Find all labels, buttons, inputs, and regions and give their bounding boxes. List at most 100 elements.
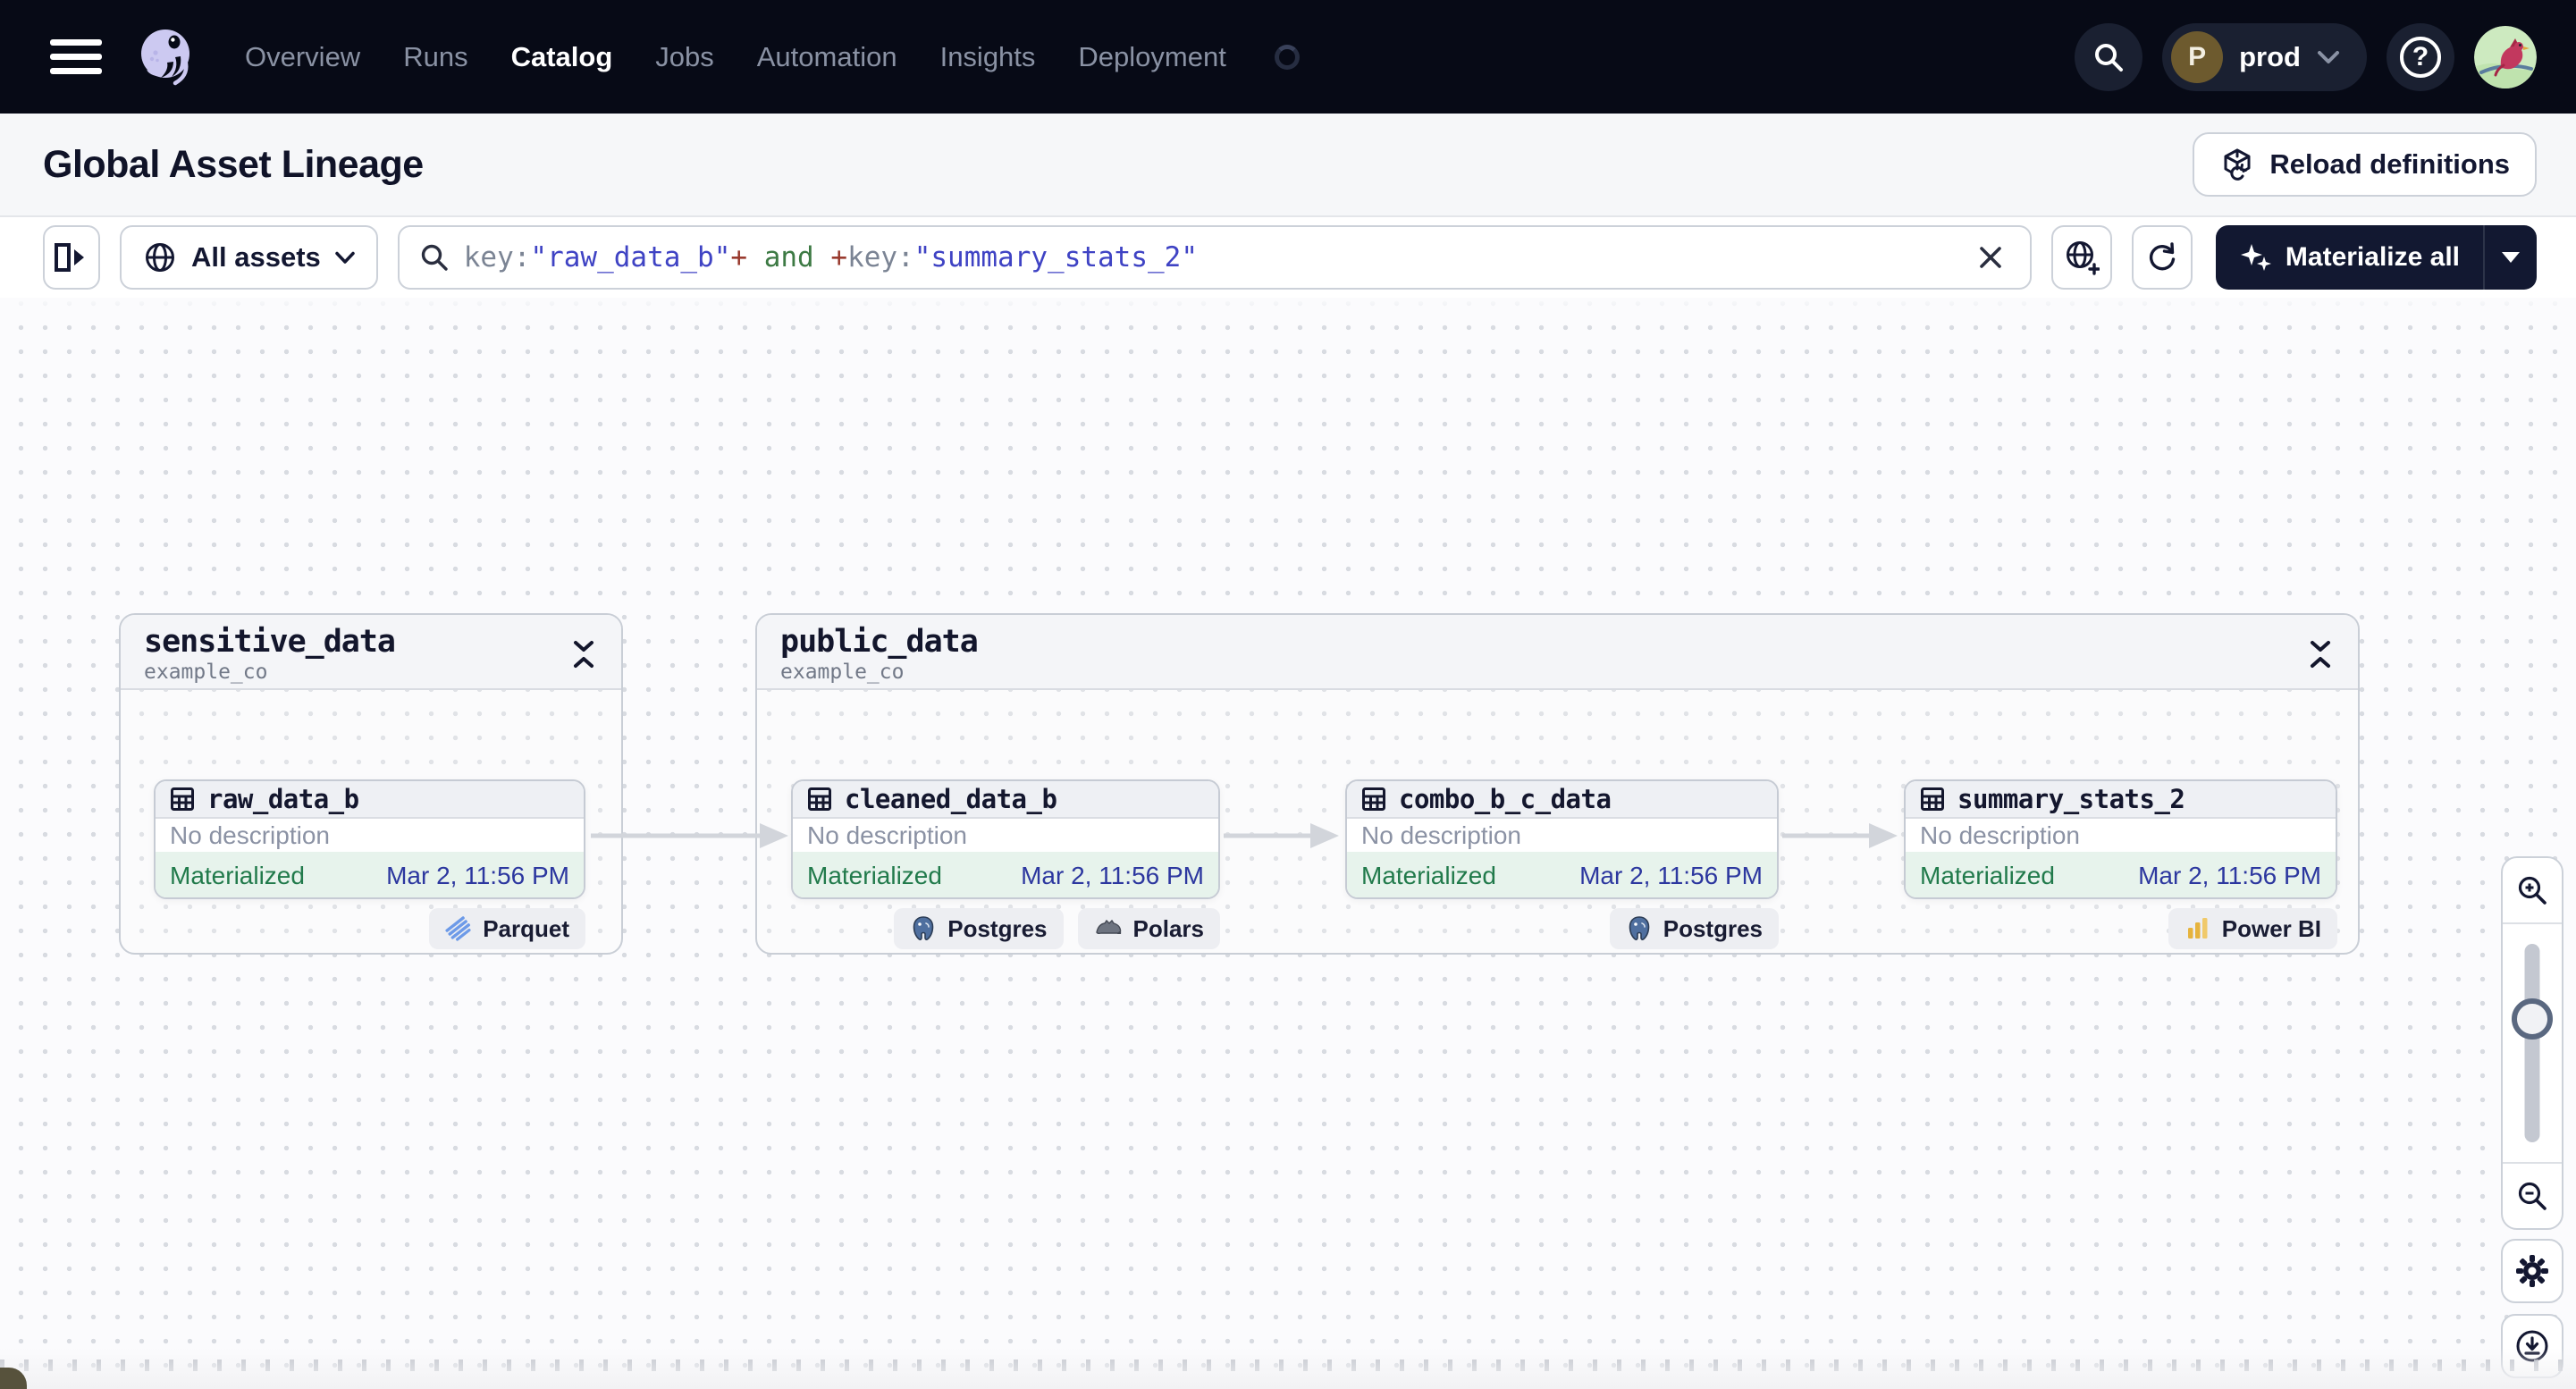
asset-description: No description — [1920, 821, 2080, 849]
zoom-slider — [2503, 922, 2562, 1164]
help-button[interactable]: ? — [2387, 22, 2454, 91]
reload-definitions-label: Reload definitions — [2269, 148, 2510, 180]
asset-node-combo-b-c-data[interactable]: combo_b_c_data No description Materializ… — [1345, 779, 1779, 899]
page-title: Global Asset Lineage — [43, 142, 424, 186]
status-badge: Materialized — [1920, 861, 2055, 889]
zoom-slider-handle[interactable] — [2512, 998, 2553, 1040]
asset-status-row: Materialized Mar 2, 11:56 PM — [1906, 852, 2336, 897]
nav-item-overview[interactable]: Overview — [245, 41, 360, 73]
new-asset-selection-button[interactable] — [2050, 225, 2112, 290]
zoom-out-button[interactable] — [2503, 1164, 2562, 1228]
powerbi-icon — [2187, 918, 2208, 939]
question-icon: ? — [2400, 36, 2441, 78]
asset-description: No description — [170, 821, 330, 849]
zoom-slider-track[interactable] — [2524, 944, 2540, 1142]
polars-icon — [1095, 919, 1121, 935]
nav-item-catalog[interactable]: Catalog — [511, 41, 613, 73]
asset-selection-query: key:"raw_data_b"+ and +key:"summary_stat… — [463, 241, 1198, 274]
nav-item-runs[interactable]: Runs — [403, 41, 467, 73]
search-button[interactable] — [2075, 22, 2143, 91]
kind-tag-polars[interactable]: Polars — [1077, 908, 1220, 949]
collapse-group-button[interactable] — [2302, 635, 2338, 674]
group-header: public_data example_co — [757, 615, 2358, 690]
asset-node-raw-data-b[interactable]: raw_data_b No description Materialized M… — [154, 779, 585, 899]
group-title: sensitive_data — [144, 624, 396, 660]
deployment-switcher[interactable]: P prod — [2162, 22, 2367, 91]
status-badge: Materialized — [807, 861, 942, 889]
asset-node-header: raw_data_b — [156, 781, 584, 819]
search-icon — [2095, 43, 2124, 72]
postgres-icon — [913, 916, 934, 940]
zoom-in-button[interactable] — [2503, 858, 2562, 922]
nav-item-insights[interactable]: Insights — [940, 41, 1036, 73]
user-avatar[interactable] — [2474, 25, 2537, 88]
status-badge: Materialized — [170, 861, 305, 889]
primary-nav: Overview Runs Catalog Jobs Automation In… — [245, 41, 1300, 73]
asset-node-cleaned-data-b[interactable]: cleaned_data_b No description Materializ… — [791, 779, 1220, 899]
kind-tag-parquet[interactable]: Parquet — [429, 908, 585, 949]
tag-label: Postgres — [947, 914, 1048, 942]
deployment-label: prod — [2239, 40, 2301, 72]
caret-down-icon — [2502, 252, 2520, 263]
group-header: sensitive_data example_co — [121, 615, 621, 690]
kind-tag-powerbi[interactable]: Power BI — [2168, 908, 2337, 949]
graph-settings-button[interactable] — [2501, 1239, 2563, 1303]
tag-label: Polars — [1132, 914, 1205, 942]
asset-tags-summary-stats-2: Power BI — [1904, 908, 2337, 949]
asset-scope-label: All assets — [191, 241, 321, 273]
table-icon — [1362, 787, 1385, 811]
status-badge: Materialized — [1361, 861, 1496, 889]
top-nav: Overview Runs Catalog Jobs Automation In… — [0, 0, 2576, 114]
materialize-all-label: Materialize all — [2285, 242, 2460, 272]
lineage-toolbar: All assets key:"raw_data_b"+ and +key:"s… — [0, 217, 2576, 298]
asset-name: raw_data_b — [207, 784, 359, 814]
tag-label: Parquet — [483, 914, 569, 942]
globe-plus-icon — [2066, 241, 2100, 275]
asset-description: No description — [807, 821, 967, 849]
refresh-icon — [2149, 242, 2176, 271]
asset-status-row: Materialized Mar 2, 11:56 PM — [793, 852, 1218, 897]
chevron-down-icon — [2318, 50, 2339, 63]
materialization-timestamp: Mar 2, 11:56 PM — [386, 861, 569, 889]
group-repo-label: example_co — [144, 661, 268, 684]
asset-tags-cleaned-data-b: Postgres Polars — [791, 908, 1220, 949]
loading-spinner-icon — [1274, 44, 1300, 70]
close-icon — [1980, 247, 2001, 268]
asset-selection-input[interactable]: key:"raw_data_b"+ and +key:"summary_stat… — [397, 225, 2032, 290]
collapse-icon — [2311, 641, 2330, 668]
materialize-split-button: Materialize all — [2215, 225, 2537, 290]
collapse-group-button[interactable] — [566, 635, 602, 674]
menu-icon[interactable] — [50, 37, 102, 78]
group-title: public_data — [780, 624, 979, 660]
refresh-button[interactable] — [2131, 225, 2193, 290]
zoom-out-icon — [2518, 1182, 2547, 1210]
asset-scope-dropdown[interactable]: All assets — [120, 225, 378, 290]
bird-avatar-image — [2474, 25, 2537, 88]
canvas-top-fade — [0, 298, 2576, 328]
materialize-options-button[interactable] — [2483, 225, 2537, 290]
search-icon — [421, 244, 448, 271]
asset-status-row: Materialized Mar 2, 11:56 PM — [1347, 852, 1777, 897]
asset-node-summary-stats-2[interactable]: summary_stats_2 No description Materiali… — [1904, 779, 2337, 899]
zoom-in-icon — [2518, 876, 2547, 905]
reload-code-location-icon — [2224, 148, 2251, 181]
nav-item-automation[interactable]: Automation — [757, 41, 897, 73]
asset-name: combo_b_c_data — [1399, 784, 1612, 814]
materialization-timestamp: Mar 2, 11:56 PM — [1579, 861, 1763, 889]
asset-tags-combo-b-c-data: Postgres — [1345, 908, 1779, 949]
lineage-canvas[interactable]: sensitive_data example_co public_data ex… — [0, 298, 2576, 1389]
nav-item-deployment[interactable]: Deployment — [1078, 41, 1225, 73]
dagster-logo-icon[interactable] — [134, 26, 197, 88]
nav-item-jobs[interactable]: Jobs — [655, 41, 713, 73]
group-repo-label: example_co — [780, 661, 905, 684]
materialization-timestamp: Mar 2, 11:56 PM — [1021, 861, 1204, 889]
open-left-panel-button[interactable] — [43, 225, 100, 290]
postgres-icon — [1629, 916, 1650, 940]
clear-query-button[interactable] — [1971, 238, 2010, 277]
table-icon — [808, 787, 831, 811]
kind-tag-postgres[interactable]: Postgres — [894, 908, 1064, 949]
materialize-all-button[interactable]: Materialize all — [2216, 225, 2483, 290]
kind-tag-postgres[interactable]: Postgres — [1609, 908, 1779, 949]
reload-definitions-button[interactable]: Reload definitions — [2193, 132, 2537, 197]
collapse-icon — [574, 641, 593, 668]
